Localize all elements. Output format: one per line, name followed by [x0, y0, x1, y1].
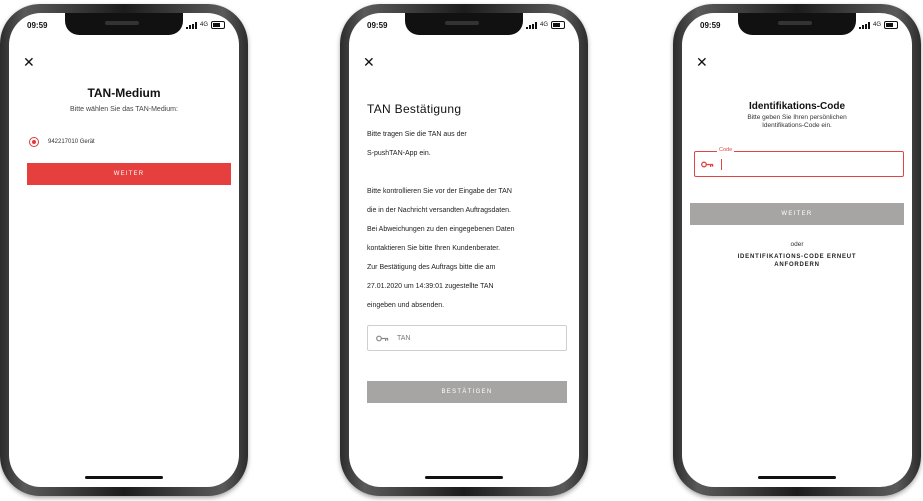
key-icon: [376, 335, 389, 341]
home-indicator: [758, 476, 836, 479]
tan-input[interactable]: [397, 334, 517, 342]
home-indicator: [425, 476, 503, 479]
info-line: 27.01.2020 um 14:39:01 zugestellte TAN: [367, 283, 494, 290]
intro-text: Bitte tragen Sie die TAN aus der S-pushT…: [367, 125, 569, 163]
info-line: Bei Abweichungen zu den eingegebenen Dat…: [367, 226, 515, 233]
tan-input-field[interactable]: [367, 325, 567, 351]
link-line: IDENTIFIKATIONS-CODE ERNEUT: [737, 254, 857, 260]
info-line: Zur Bestätigung des Auftrags bitte die a…: [367, 264, 496, 271]
text-cursor: [721, 158, 722, 170]
code-input[interactable]: [729, 160, 829, 168]
home-indicator: [85, 476, 163, 479]
signal-icon: [185, 21, 197, 29]
network-type: 4G: [872, 22, 881, 28]
signal-icon: [858, 21, 870, 29]
info-line: Bitte kontrollieren Sie vor der Eingabe …: [367, 188, 512, 195]
status-time: 09:59: [27, 21, 48, 30]
weiter-button[interactable]: WEITER: [690, 203, 904, 225]
code-field-label: Code: [717, 147, 735, 153]
page-title: Identifikations-Code: [748, 101, 846, 112]
weiter-button[interactable]: WEITER: [27, 163, 231, 185]
code-input-field[interactable]: Code: [694, 147, 904, 177]
screen-tan-confirmation: 09:59 4G ✕ TAN Bestätigung Bitte tragen …: [349, 13, 579, 487]
tan-medium-option-label: 942217010 Gerät: [48, 139, 95, 145]
page-subtitle: Bitte wählen Sie das TAN-Medium:: [70, 106, 178, 113]
close-icon[interactable]: ✕: [696, 55, 708, 69]
screen-tan-medium: 09:59 4G ✕ TAN-Medium Bitte wählen Sie d…: [9, 13, 239, 487]
info-line: eingeben und absenden.: [367, 302, 445, 309]
page-subtitle: Bitte geben Sie Ihren persönlichen Ident…: [682, 114, 912, 130]
status-bar: 09:59 4G: [349, 21, 579, 35]
battery-icon: [884, 21, 898, 29]
page-title: TAN Bestätigung: [367, 102, 462, 116]
request-code-again-link[interactable]: IDENTIFIKATIONS-CODE ERNEUT ANFORDERN: [682, 253, 912, 269]
page-title: TAN-Medium: [87, 86, 161, 100]
network-type: 4G: [199, 22, 208, 28]
battery-icon: [551, 21, 565, 29]
intro-line: Bitte tragen Sie die TAN aus der: [367, 131, 467, 138]
info-line: kontaktieren Sie bitte Ihren Kundenberat…: [367, 245, 501, 252]
status-bar: 09:59 4G: [9, 21, 239, 35]
subtitle-line: Identifikations-Code ein.: [762, 122, 832, 129]
status-time: 09:59: [367, 21, 388, 30]
phone-frame-3: 09:59 4G ✕ Identifikations-Code Bitte ge…: [673, 4, 921, 496]
close-icon[interactable]: ✕: [363, 55, 375, 69]
signal-icon: [525, 21, 537, 29]
info-text: Bitte kontrollieren Sie vor der Eingabe …: [367, 182, 569, 315]
close-icon[interactable]: ✕: [23, 55, 35, 69]
phone-frame-2: 09:59 4G ✕ TAN Bestätigung Bitte tragen …: [340, 4, 588, 496]
screen-identification-code: 09:59 4G ✕ Identifikations-Code Bitte ge…: [682, 13, 912, 487]
or-separator: oder: [790, 241, 804, 248]
subtitle-line: Bitte geben Sie Ihren persönlichen: [747, 114, 847, 121]
tan-medium-option[interactable]: 942217010 Gerät: [29, 137, 95, 147]
link-line: ANFORDERN: [774, 262, 820, 268]
bestaetigen-button[interactable]: BESTÄTIGEN: [367, 381, 567, 403]
info-line: die in der Nachricht versandten Auftrags…: [367, 207, 511, 214]
status-bar: 09:59 4G: [682, 21, 912, 35]
network-type: 4G: [539, 22, 548, 28]
status-time: 09:59: [700, 21, 721, 30]
phone-frame-1: 09:59 4G ✕ TAN-Medium Bitte wählen Sie d…: [0, 4, 248, 496]
radio-selected-icon[interactable]: [29, 137, 39, 147]
key-icon: [701, 161, 714, 167]
intro-line: S-pushTAN-App ein.: [367, 150, 431, 157]
battery-icon: [211, 21, 225, 29]
